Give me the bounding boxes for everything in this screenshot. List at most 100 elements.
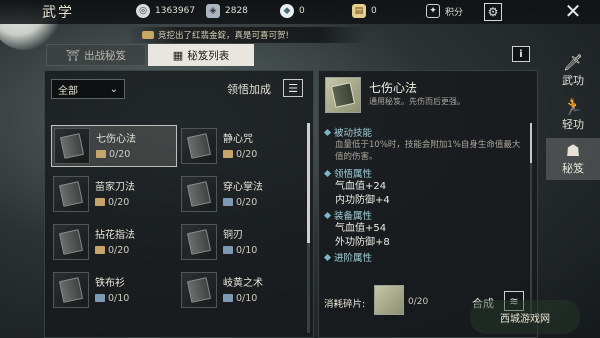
side-nav-label: 武功 (562, 74, 584, 87)
side-nav-manuals[interactable]: ☗ 秘笈 (546, 138, 600, 180)
fragment-item-icon (374, 285, 404, 315)
manual-book-icon (186, 133, 212, 159)
manual-card-jingxin[interactable]: 静心咒 0/20 (179, 125, 305, 167)
tab-manual-list[interactable]: ▦ 秘笈列表 (148, 44, 254, 66)
manual-thumbnail (181, 128, 217, 164)
settings-button[interactable]: ⚙ (484, 3, 502, 21)
fragment-count-value: 0/20 (109, 148, 131, 160)
section-label: 被动技能 (334, 128, 373, 139)
comprehend-list-button[interactable]: ☰ (283, 79, 303, 97)
diamond-icon (323, 253, 332, 261)
manual-thumbnail (53, 272, 89, 308)
resource-scroll: ▤ 0 (352, 4, 377, 18)
meditation-icon: ☗ (565, 141, 581, 160)
fragment-icon (223, 246, 233, 254)
fragment-count: 0/20 (95, 245, 135, 256)
chevron-down-icon: ⌄ (109, 83, 118, 95)
resource-value: 0 (371, 6, 377, 16)
resource-film: ◎ 1363967 (136, 4, 195, 18)
manual-info: 拈花指法 0/20 (95, 229, 135, 256)
running-figure-icon: 🏃 (563, 97, 583, 116)
section-advance: 进阶属性 (323, 250, 525, 264)
tab-label: 秘笈列表 (187, 49, 230, 62)
manual-info: 铜刃 0/10 (223, 229, 257, 256)
book-icon: ▦ (172, 48, 184, 62)
section-label: 领悟属性 (334, 169, 373, 180)
filter-dropdown[interactable]: 全部 ⌄ (51, 79, 125, 99)
manual-card-qihuang[interactable]: 岐黄之术 0/10 (179, 269, 305, 311)
scrollbar-thumb[interactable] (307, 123, 310, 243)
manual-name: 苗家刀法 (95, 181, 135, 193)
info-button[interactable]: i (512, 46, 530, 62)
fragment-icon (95, 294, 105, 302)
fragment-count: 0/20 (223, 197, 263, 208)
manual-name: 穿心掌法 (223, 181, 263, 193)
manual-name: 静心咒 (223, 133, 253, 145)
filter-value: 全部 (58, 85, 78, 97)
stat-line: 气血值+54 (335, 223, 387, 234)
manual-book-icon (59, 133, 85, 159)
manual-info: 静心咒 0/20 (223, 133, 257, 160)
list-icon: ☰ (288, 81, 298, 95)
section-label: 装备属性 (334, 211, 373, 222)
fragment-count-value: 0/20 (108, 196, 130, 208)
manual-book-icon (186, 229, 212, 255)
resource-value: 0 (299, 6, 305, 16)
resource-value: 1363967 (155, 6, 196, 16)
side-nav-label: 轻功 (562, 118, 584, 131)
manual-name: 七伤心法 (96, 133, 136, 145)
fragment-icon (223, 294, 233, 302)
fragment-count: 0/10 (95, 293, 129, 304)
manual-thumbnail (54, 128, 90, 164)
side-nav-lightness-skill[interactable]: 🏃 轻功 (546, 94, 600, 136)
manual-info: 岐黄之术 0/10 (223, 277, 263, 304)
manual-thumbnail (53, 176, 89, 212)
cost-count: 0/20 (408, 297, 429, 307)
manual-book-icon (58, 277, 84, 303)
silver-ingot-icon: ◈ (206, 4, 220, 18)
fragment-count: 0/10 (223, 293, 263, 304)
manual-thumbnail (181, 224, 217, 260)
manual-card-tongren[interactable]: 铜刃 0/10 (179, 221, 305, 263)
gear-icon: ⚙ (487, 5, 499, 19)
side-nav-martial-arts[interactable]: 🗡 武功 (546, 50, 600, 92)
close-button[interactable]: ✕ (556, 0, 590, 23)
site-watermark: 西城游戏网 (470, 300, 580, 334)
resource-silver: ◈ 2828 (206, 4, 248, 18)
martial-arts-icon: 🗡 (562, 53, 584, 72)
tab-equipped-manuals[interactable]: ⛩ 出战秘笈 (46, 44, 146, 66)
manual-info: 铁布衫 0/10 (95, 277, 129, 304)
manual-name: 铜刃 (223, 229, 243, 241)
manual-name: 铁布衫 (95, 277, 125, 289)
manual-card-nianhua[interactable]: 拈花指法 0/20 (51, 221, 177, 263)
manual-name: 岐黄之术 (223, 277, 263, 289)
manual-book-icon (58, 229, 84, 255)
scrollbar-thumb[interactable] (530, 123, 532, 163)
resource-value: 2828 (225, 6, 248, 16)
manual-book-icon (186, 181, 212, 207)
manual-card-tiebushan[interactable]: 铁布衫 0/10 (51, 269, 177, 311)
ticker-text: 竞挖出了红翡金錠，真是可喜可贺! (158, 31, 289, 41)
fragment-count-value: 0/10 (108, 292, 130, 304)
manual-detail-body: 被动技能 血量低于10%时，技能会附加1%自身生命值最大值的伤害。 领悟属性 气… (323, 125, 525, 264)
section-label: 进阶属性 (334, 253, 373, 264)
list-scrollbar[interactable] (307, 123, 310, 333)
comprehend-bonus-label: 领悟加成 (227, 83, 271, 96)
fragment-icon (96, 150, 106, 158)
manual-list-panel: 全部 ⌄ 领悟加成 ☰ 七伤心法 0/20 静心咒 0/20 苗家刀法 0/20… (44, 70, 314, 338)
fragment-count-value: 0/20 (236, 148, 258, 160)
jade-icon: ◆ (280, 4, 294, 18)
manual-card-qishang[interactable]: 七伤心法 0/20 (51, 125, 177, 167)
stat-line: 气血值+24 (335, 181, 387, 192)
side-nav-label: 秘笈 (562, 162, 584, 175)
manual-detail-title: 七伤心法 (369, 81, 418, 95)
manual-card-chuanxin[interactable]: 穿心掌法 0/20 (179, 173, 305, 215)
scroll-ticket-icon: ▤ (352, 4, 366, 18)
stat-line: 内功防御+4 (335, 195, 390, 206)
pavilion-icon: ⛩ (66, 48, 80, 62)
points-button[interactable]: ✦ 积分 (426, 4, 463, 18)
fragment-icon (95, 198, 105, 206)
section-comprehend: 领悟属性 (323, 166, 525, 180)
manual-card-miaojia[interactable]: 苗家刀法 0/20 (51, 173, 177, 215)
manual-info: 苗家刀法 0/20 (95, 181, 135, 208)
